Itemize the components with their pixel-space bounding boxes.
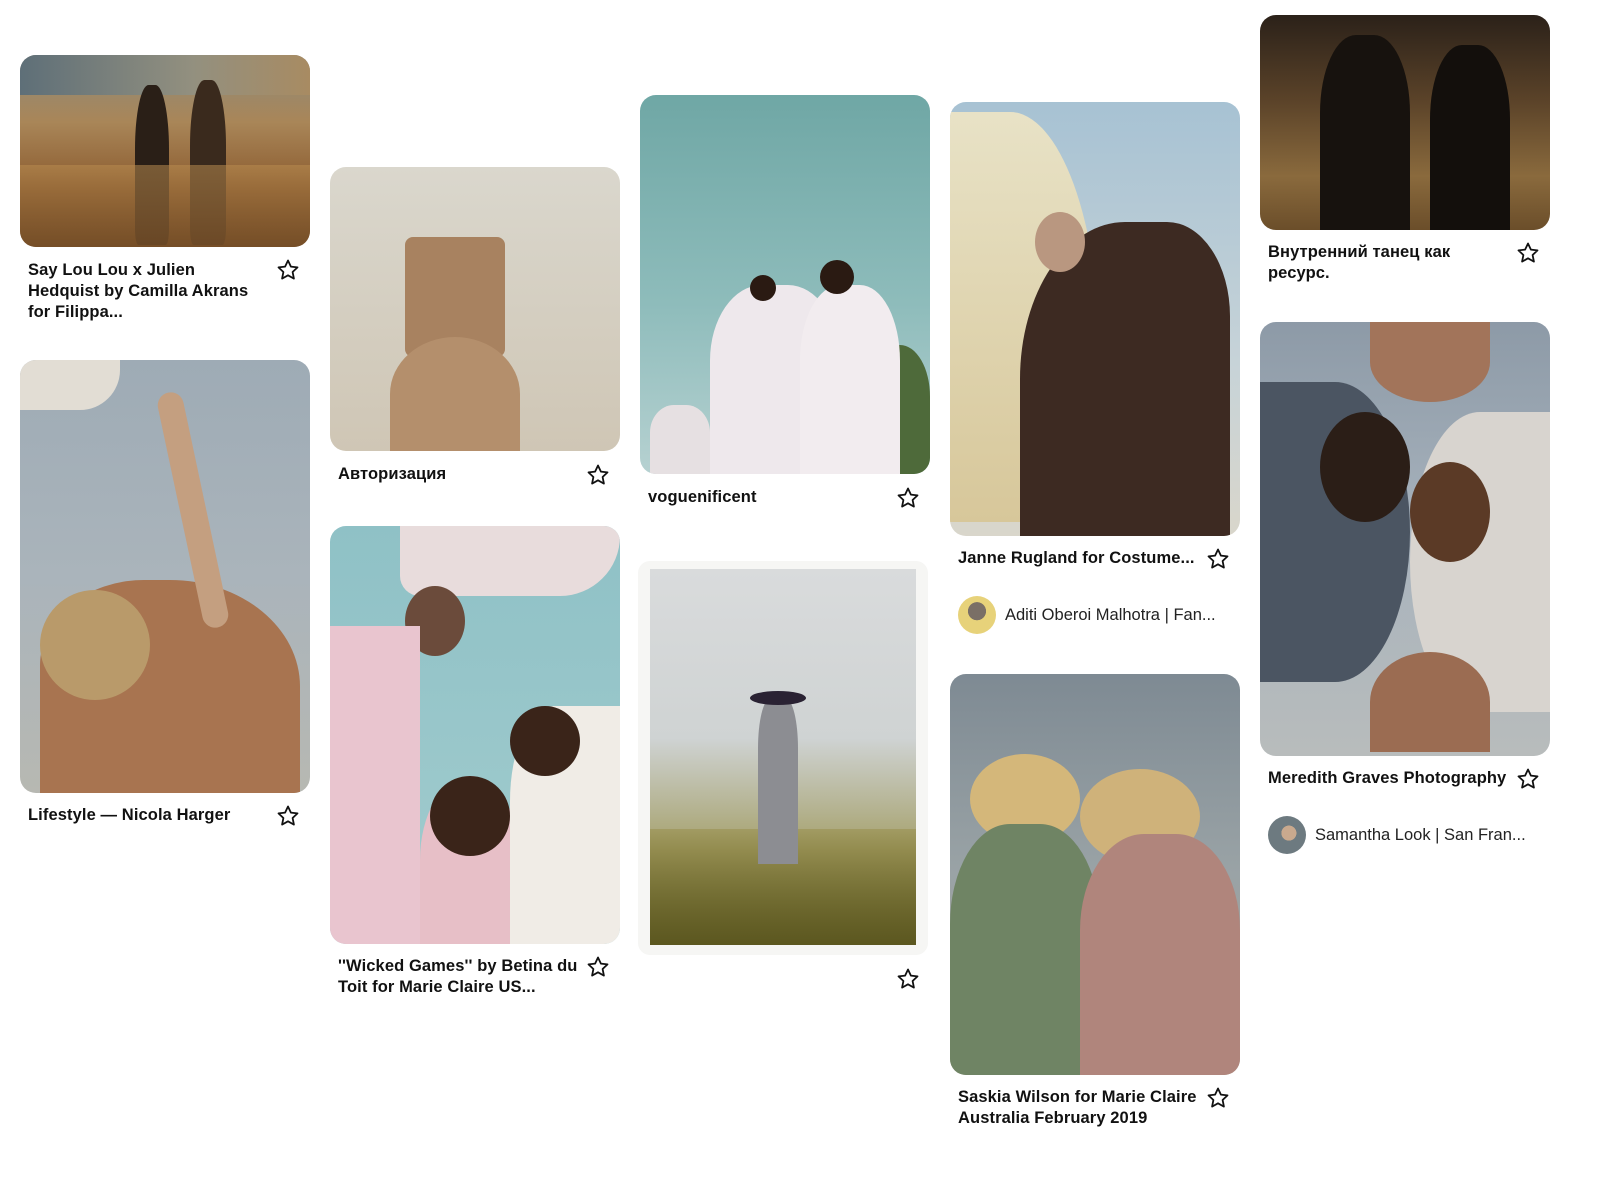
- pin-image[interactable]: [950, 102, 1240, 536]
- head-shape: [820, 260, 854, 294]
- pin-title[interactable]: Внутренний танец как ресурс.: [1268, 242, 1510, 284]
- dress-shape: [950, 824, 1100, 1075]
- pin-image: [650, 569, 916, 945]
- star-icon[interactable]: [276, 258, 300, 282]
- magazine-page[interactable]: [638, 561, 928, 955]
- pin-card[interactable]: Meredith Graves Photography Samantha Loo…: [1260, 322, 1550, 854]
- pin-card[interactable]: Авторизация: [330, 167, 620, 485]
- head-shape: [510, 706, 580, 776]
- head-shape: [1410, 462, 1490, 562]
- head-shape: [430, 776, 510, 856]
- figure-shape: [758, 699, 798, 864]
- author-name[interactable]: Aditi Oberoi Malhotra | Fan...: [1005, 606, 1216, 625]
- dress-shape: [800, 285, 900, 474]
- avatar[interactable]: [1268, 816, 1306, 854]
- pin-author[interactable]: Samantha Look | San Fran...: [1268, 815, 1526, 855]
- star-icon[interactable]: [1206, 1086, 1230, 1110]
- hair-shape: [40, 590, 150, 700]
- pin-title[interactable]: Meredith Graves Photography: [1268, 768, 1510, 789]
- pin-image[interactable]: [950, 674, 1240, 1075]
- grass-shape: [20, 165, 310, 247]
- cloth-shape: [20, 360, 120, 410]
- star-icon[interactable]: [896, 967, 920, 991]
- dress-shape: [650, 405, 710, 474]
- pin-image[interactable]: [20, 360, 310, 793]
- star-icon[interactable]: [586, 463, 610, 487]
- sky-shape: [20, 55, 310, 95]
- avatar[interactable]: [958, 596, 996, 634]
- pin-card[interactable]: Внутренний танец как ресурс.: [1260, 15, 1550, 282]
- star-icon[interactable]: [1516, 241, 1540, 265]
- pin-title[interactable]: Say Lou Lou x Julien Hedquist by Camilla…: [28, 260, 270, 323]
- star-icon[interactable]: [1206, 547, 1230, 571]
- pin-card[interactable]: Saskia Wilson for Marie Claire Australia…: [950, 674, 1240, 1127]
- hat-shape: [750, 691, 806, 705]
- pin-title[interactable]: Janne Rugland for Costume...: [958, 548, 1200, 569]
- figure-shape: [1430, 45, 1510, 230]
- pin-card[interactable]: ''Wicked Games'' by Betina du Toit for M…: [330, 526, 620, 996]
- hand-shape: [390, 337, 520, 451]
- author-name[interactable]: Samantha Look | San Fran...: [1315, 826, 1526, 845]
- pin-card[interactable]: Say Lou Lou x Julien Hedquist by Camilla…: [20, 55, 310, 321]
- pin-image[interactable]: [640, 95, 930, 474]
- pin-title[interactable]: Saskia Wilson for Marie Claire Australia…: [958, 1087, 1200, 1129]
- hands-shape: [1370, 652, 1490, 752]
- pin-image[interactable]: [330, 526, 620, 944]
- head-shape: [750, 275, 776, 301]
- pin-title[interactable]: Lifestyle — Nicola Harger: [28, 805, 270, 826]
- head-shape: [1035, 212, 1085, 272]
- pin-card[interactable]: Janne Rugland for Costume... Aditi Obero…: [950, 102, 1240, 634]
- star-icon[interactable]: [276, 804, 300, 828]
- pin-image[interactable]: [1260, 322, 1550, 756]
- dress-shape: [1080, 834, 1240, 1075]
- figure-shape: [330, 626, 420, 944]
- star-icon[interactable]: [1516, 767, 1540, 791]
- hands-shape: [1370, 322, 1490, 402]
- pin-card[interactable]: voguenificent: [640, 95, 930, 508]
- pin-title[interactable]: ''Wicked Games'' by Betina du Toit for M…: [338, 956, 580, 998]
- pin-title[interactable]: Авторизация: [338, 464, 580, 485]
- pin-author[interactable]: Aditi Oberoi Malhotra | Fan...: [958, 595, 1216, 635]
- figure-shape: [1320, 35, 1410, 230]
- pin-title[interactable]: voguenificent: [648, 487, 890, 508]
- pin-card[interactable]: Lifestyle — Nicola Harger: [20, 360, 310, 826]
- pin-image[interactable]: [20, 55, 310, 247]
- head-shape: [1320, 412, 1410, 522]
- star-icon[interactable]: [586, 955, 610, 979]
- pin-image[interactable]: [1260, 15, 1550, 230]
- pin-image[interactable]: [330, 167, 620, 451]
- star-icon[interactable]: [896, 486, 920, 510]
